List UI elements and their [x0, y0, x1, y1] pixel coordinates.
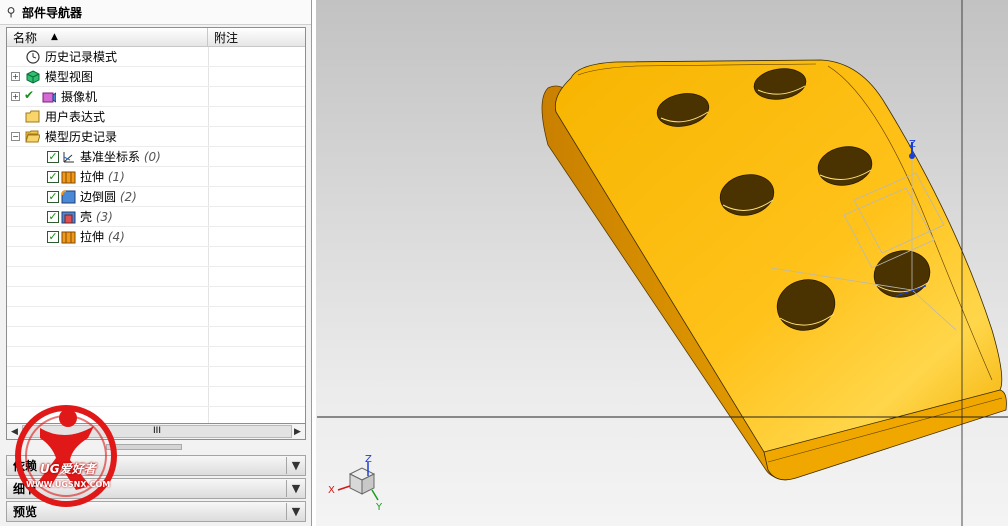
ug-logo-watermark [15, 405, 117, 507]
triad-z-label: Z [365, 454, 372, 465]
tree-row-label: 基准坐标系 (0) [80, 148, 161, 165]
folder-icon [25, 109, 40, 124]
chevron-down-icon[interactable]: ▼ [286, 503, 305, 520]
tree-row-empty [7, 307, 305, 327]
clock-icon [25, 49, 40, 64]
expand-icon[interactable]: + [11, 92, 20, 101]
navigator-title-bar: ⚲ 部件导航器 [0, 0, 311, 25]
feature-name: 基准坐标系 [80, 150, 141, 164]
navigator-tree: 名称 ▲ 附注 历史记录模式 + 模型视图 + ✔ 摄像机 用户表达式 − 模型… [6, 27, 306, 425]
folder-open-icon [25, 129, 40, 144]
extrude-icon [61, 229, 76, 244]
column-header-note[interactable]: 附注 [208, 28, 305, 46]
navigator-title: 部件导航器 [22, 5, 83, 20]
tree-row-empty [7, 327, 305, 347]
tree-row-extrude-4[interactable]: ✓ 拉伸 (4) [7, 227, 305, 247]
tree-row-cameras[interactable]: + ✔ 摄像机 [7, 87, 305, 107]
checkmark-icon: ✔ [24, 88, 35, 102]
pin-icon[interactable]: ⚲ [0, 5, 22, 19]
visibility-checkbox[interactable]: ✓ [47, 151, 59, 163]
tree-row-label: 拉伸 (1) [80, 168, 125, 185]
feature-index: (4) [107, 230, 125, 244]
part-top-face [554, 59, 1003, 460]
tree-header: 名称 ▲ 附注 [7, 28, 305, 47]
view-triad: Z X Y [328, 454, 383, 513]
feature-index: (2) [119, 190, 137, 204]
model-view-icon [25, 69, 40, 84]
visibility-checkbox[interactable]: ✓ [47, 171, 59, 183]
feature-index: (0) [143, 150, 161, 164]
tree-row-label: 壳 (3) [80, 208, 113, 225]
tree-row-label: 边倒圆 (2) [80, 188, 137, 205]
tree-row-empty [7, 287, 305, 307]
column-name-label: 名称 [13, 30, 38, 45]
tree-row-label: 模型历史记录 [45, 130, 118, 144]
tree-row-label: 模型视图 [45, 70, 94, 84]
graphics-viewport[interactable]: Z Z X Y [316, 0, 1008, 526]
edge-blend-icon [61, 189, 76, 204]
expand-icon[interactable]: + [11, 72, 20, 81]
chevron-down-icon[interactable]: ▼ [286, 480, 305, 497]
visibility-checkbox[interactable]: ✓ [47, 231, 59, 243]
scroll-right-icon[interactable]: ▶ [290, 427, 305, 437]
feature-name: 壳 [80, 210, 93, 224]
datum-csys-icon [61, 149, 76, 164]
tree-row-history-mode[interactable]: 历史记录模式 [7, 47, 305, 67]
tree-row-empty [7, 347, 305, 367]
feature-index: (3) [95, 210, 113, 224]
camera-icon [41, 89, 56, 104]
tree-row-label: 历史记录模式 [45, 50, 118, 64]
visibility-checkbox[interactable]: ✓ [47, 191, 59, 203]
tree-row-model-history[interactable]: − 模型历史记录 [7, 127, 305, 147]
sort-ascending-icon: ▲ [51, 32, 58, 42]
model-canvas[interactable]: Z Z X Y [316, 0, 1008, 526]
collapse-icon[interactable]: − [11, 132, 20, 141]
tree-row-datum-csys[interactable]: ✓ 基准坐标系 (0) [7, 147, 305, 167]
tree-row-edge-blend[interactable]: ✓ 边倒圆 (2) [7, 187, 305, 207]
tree-row-empty [7, 267, 305, 287]
tree-row-user-expressions[interactable]: 用户表达式 [7, 107, 305, 127]
watermark-brand: UG爱好者 [40, 462, 96, 476]
tree-row-label: 拉伸 (4) [80, 228, 125, 245]
csys-z-label: Z [909, 139, 916, 150]
feature-name: 边倒圆 [80, 190, 117, 204]
tree-row-label: 摄像机 [61, 90, 98, 104]
tree-row-empty [7, 247, 305, 267]
feature-name: 拉伸 [80, 230, 105, 244]
feature-index: (1) [107, 170, 125, 184]
tree-row-model-views[interactable]: + 模型视图 [7, 67, 305, 87]
feature-name: 拉伸 [80, 170, 105, 184]
shell-icon [61, 209, 76, 224]
triad-y-label: Y [375, 502, 383, 513]
column-header-name[interactable]: 名称 ▲ [7, 28, 208, 46]
tree-row-extrude-1[interactable]: ✓ 拉伸 (1) [7, 167, 305, 187]
tree-row-empty [7, 367, 305, 387]
chevron-down-icon[interactable]: ▼ [286, 457, 305, 474]
tree-row-shell[interactable]: ✓ 壳 (3) [7, 207, 305, 227]
watermark-url: WWW.UGSNX.COM [26, 480, 111, 489]
tree-row-label: 用户表达式 [45, 110, 106, 124]
visibility-checkbox[interactable]: ✓ [47, 211, 59, 223]
column-note-label: 附注 [214, 30, 239, 45]
extrude-icon [61, 169, 76, 184]
triad-x-label: X [328, 485, 335, 496]
